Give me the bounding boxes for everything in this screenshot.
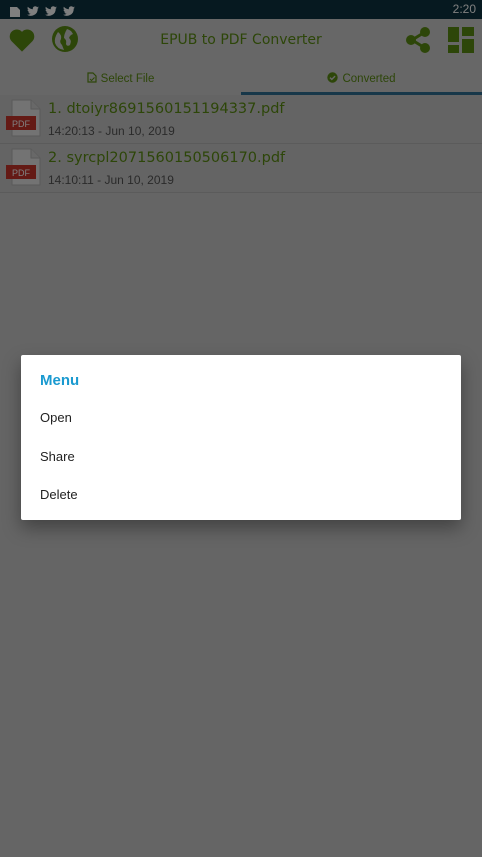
dialog-title: Menu xyxy=(40,372,80,389)
menu-item-share[interactable]: Share xyxy=(21,437,461,475)
menu-dialog: Menu Open Share Delete xyxy=(21,355,461,520)
menu-item-open[interactable]: Open xyxy=(21,398,461,436)
menu-item-delete[interactable]: Delete xyxy=(21,475,461,513)
